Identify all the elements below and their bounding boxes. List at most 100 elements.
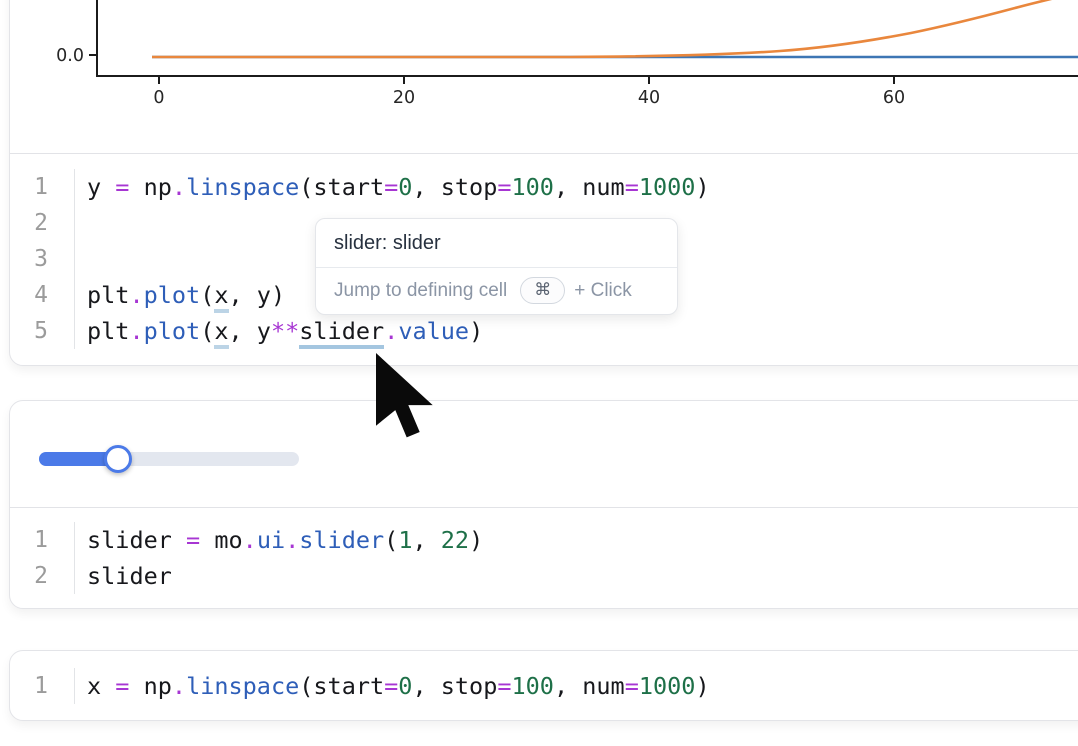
code-token: .	[129, 317, 143, 345]
code-line[interactable]: slider = mo.ui.slider(1, 22)	[87, 522, 1078, 558]
code-token: )	[695, 672, 709, 700]
code-token: value	[398, 317, 469, 345]
code-token: 0	[398, 672, 412, 700]
code-token: =	[497, 672, 511, 700]
tooltip-title: slider: slider	[316, 219, 677, 267]
code-editor[interactable]: 12 slider = mo.ui.slider(1, 22)slider	[10, 508, 1078, 608]
code-token: np	[129, 672, 171, 700]
code-token: =	[625, 672, 639, 700]
code-token: linspace	[186, 173, 299, 201]
code-token: mo	[200, 526, 242, 554]
code-token: **	[271, 317, 299, 345]
code-token-underlined: x	[214, 317, 228, 349]
plot-xtick-label: 40	[638, 88, 660, 108]
code-line[interactable]: x = np.linspace(start=0, stop=100, num=1…	[87, 668, 1078, 704]
code-token: , stop	[412, 672, 497, 700]
code-token: np	[129, 173, 171, 201]
code-token: 100	[512, 173, 554, 201]
code-token: )	[695, 173, 709, 201]
code-token: .	[172, 672, 186, 700]
code-token: .	[285, 526, 299, 554]
code-token: slider	[87, 562, 172, 590]
notebook-cell-slider: 12 slider = mo.ui.slider(1, 22)slider	[9, 400, 1078, 609]
code-token: =	[115, 672, 129, 700]
code-token: y	[87, 173, 115, 201]
code-token: .	[384, 317, 398, 345]
slider-output	[10, 401, 1078, 508]
code-token: linspace	[186, 672, 299, 700]
code-area[interactable]: slider = mo.ui.slider(1, 22)slider	[75, 522, 1078, 594]
line-number-gutter: 1	[10, 668, 75, 704]
code-token: )	[469, 317, 483, 345]
code-token: , num	[554, 672, 625, 700]
matplotlib-plot: 0.0 0 20 40 60	[10, 0, 1078, 153]
code-token: plt	[87, 281, 129, 309]
plot-xtick-label: 60	[883, 88, 905, 108]
variable-tooltip: slider: slider Jump to defining cell ⌘ +…	[315, 218, 678, 315]
code-token: =	[625, 173, 639, 201]
code-token: ,	[412, 526, 440, 554]
code-line[interactable]: y = np.linspace(start=0, stop=100, num=1…	[87, 169, 1078, 205]
code-token-underlined: x	[214, 281, 228, 313]
tooltip-suffix: + Click	[574, 280, 632, 302]
line-number-gutter: 12345	[10, 169, 75, 349]
code-token: , y)	[229, 281, 286, 309]
jump-to-defining-cell-hint: Jump to defining cell ⌘ + Click	[316, 268, 677, 314]
line-number-gutter: 12	[10, 522, 75, 594]
line-number: 2	[10, 558, 48, 594]
code-token: .	[129, 281, 143, 309]
code-token: 100	[512, 672, 554, 700]
code-line[interactable]: slider	[87, 558, 1078, 594]
code-token: plt	[87, 317, 129, 345]
tooltip-action-label: Jump to defining cell	[334, 280, 507, 302]
code-token: (	[200, 281, 214, 309]
code-token: , stop	[412, 173, 497, 201]
plot-ytick-label: 0.0	[56, 46, 84, 66]
code-token: =	[384, 173, 398, 201]
code-token: 1	[398, 526, 412, 554]
code-token: )	[469, 526, 483, 554]
slider-thumb[interactable]	[104, 445, 132, 473]
code-token: =	[186, 526, 200, 554]
notebook-page: 0.0 0 20 40 60 12345 y = np.linspace(sta…	[0, 0, 1078, 746]
code-token: , y	[229, 317, 271, 345]
code-token: (start	[299, 173, 384, 201]
code-token: .	[172, 173, 186, 201]
code-token: 1000	[639, 672, 696, 700]
code-token: plot	[144, 317, 201, 345]
code-line[interactable]: plt.plot(x, y**slider.value)	[87, 313, 1078, 349]
line-number: 3	[10, 241, 48, 277]
code-token: x	[87, 672, 115, 700]
code-token: .	[243, 526, 257, 554]
line-number: 2	[10, 205, 48, 241]
code-token: , num	[554, 173, 625, 201]
code-area[interactable]: x = np.linspace(start=0, stop=100, num=1…	[75, 668, 1078, 704]
code-token: 22	[441, 526, 469, 554]
code-token: (	[200, 317, 214, 345]
notebook-cell-x: 1 x = np.linspace(start=0, stop=100, num…	[9, 650, 1078, 721]
plot-line-orange	[152, 0, 1078, 57]
code-token: slider	[299, 526, 384, 554]
code-token: 0	[398, 173, 412, 201]
slider-track[interactable]	[39, 452, 299, 466]
code-token-underlined: slider	[299, 317, 384, 349]
code-token: =	[384, 672, 398, 700]
plot-output: 0.0 0 20 40 60	[10, 0, 1078, 154]
line-number: 1	[10, 668, 48, 704]
line-number: 5	[10, 313, 48, 349]
line-number: 4	[10, 277, 48, 313]
code-token: =	[497, 173, 511, 201]
code-token: slider	[87, 526, 186, 554]
code-token: (	[384, 526, 398, 554]
command-key-icon: ⌘	[520, 277, 565, 304]
code-token: 1000	[639, 173, 696, 201]
code-token: (start	[299, 672, 384, 700]
code-token: plot	[144, 281, 201, 309]
line-number: 1	[10, 522, 48, 558]
plot-xtick-label: 20	[393, 88, 415, 108]
code-token: =	[115, 173, 129, 201]
plot-xtick-label: 0	[153, 88, 164, 108]
code-token: ui	[257, 526, 285, 554]
code-editor[interactable]: 1 x = np.linspace(start=0, stop=100, num…	[10, 651, 1078, 721]
line-number: 1	[10, 169, 48, 205]
